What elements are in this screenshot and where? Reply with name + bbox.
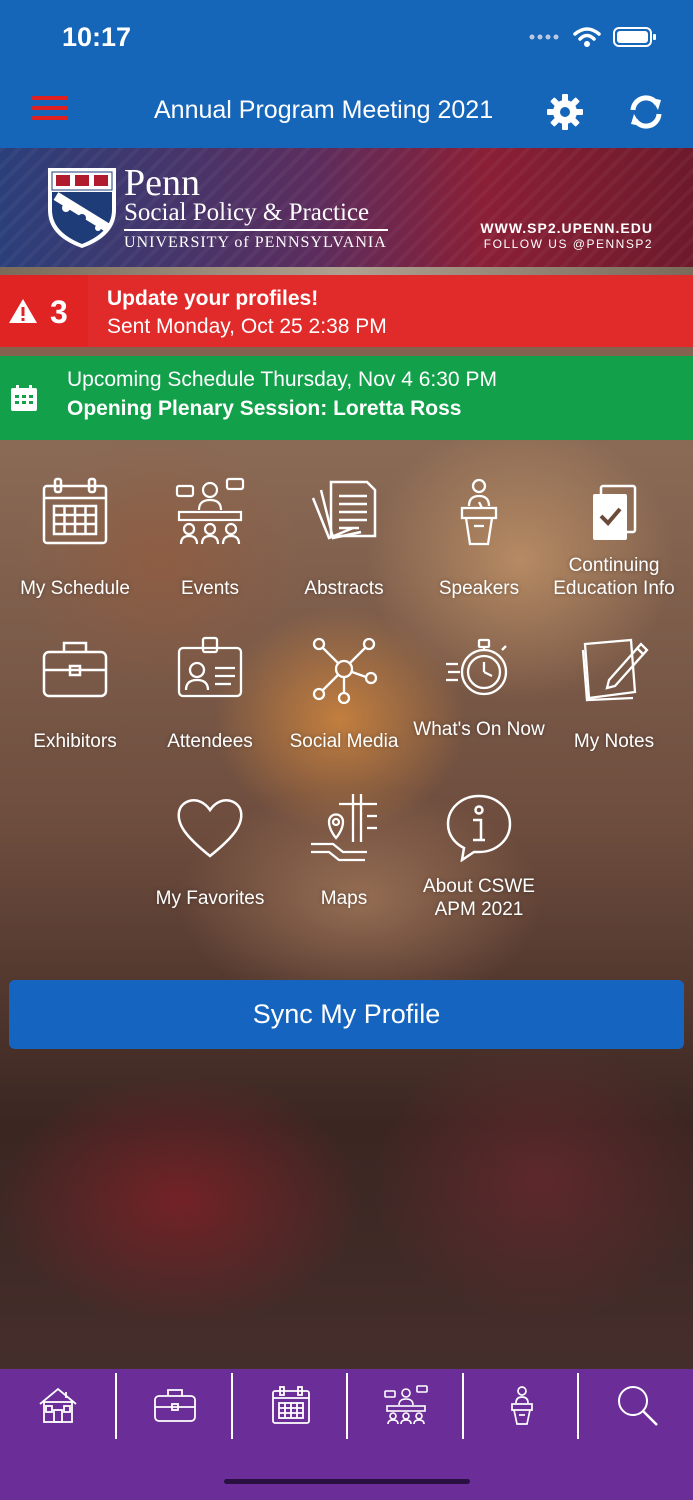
tile-my-favorites[interactable]: My Favorites <box>143 792 277 910</box>
tile-label: Continuing Education Info <box>553 555 675 599</box>
calendar-icon <box>11 385 37 411</box>
alert-title: Update your profiles! <box>107 287 319 310</box>
network-icon <box>312 637 378 704</box>
tile-speakers[interactable]: Speakers <box>412 476 546 600</box>
upcoming-session: Opening Plenary Session: Loretta Ross <box>67 397 462 420</box>
tile-label: Exhibitors <box>33 731 117 752</box>
briefcase-icon <box>42 641 108 698</box>
page-title: Annual Program Meeting 2021 <box>154 96 494 124</box>
banner-url: WWW.SP2.UPENN.EDU <box>480 220 653 236</box>
status-bar: 10:17 <box>0 0 693 76</box>
menu-icon <box>32 96 68 100</box>
tile-label: My Schedule <box>20 578 130 599</box>
alert-banner[interactable]: 3 Update your profiles! Sent Monday, Oct… <box>0 275 693 347</box>
alert-body: Update your profiles! Sent Monday, Oct 2… <box>88 275 693 347</box>
tab-events[interactable] <box>348 1369 463 1441</box>
warning-icon <box>9 299 37 323</box>
calendar-icon <box>271 1386 310 1424</box>
info-bubble-icon <box>446 794 512 862</box>
alert-count: 3 <box>50 294 68 330</box>
settings-button[interactable] <box>545 92 585 132</box>
tile-abstracts[interactable]: Abstracts <box>277 476 411 600</box>
meeting-icon <box>175 477 245 545</box>
app-header: Annual Program Meeting 2021 <box>0 76 693 148</box>
alert-sent-time: Sent Monday, Oct 25 2:38 PM <box>107 315 387 338</box>
tile-maps[interactable]: Maps <box>277 792 411 910</box>
signal-icon <box>529 34 559 40</box>
notepad-pencil-icon <box>581 638 649 702</box>
tile-social-media[interactable]: Social Media <box>277 634 411 753</box>
tile-continuing-education[interactable]: Continuing Education Info <box>547 484 681 600</box>
tab-home[interactable] <box>0 1369 115 1441</box>
tile-label: Social Media <box>289 731 399 752</box>
home-indicator <box>224 1479 470 1484</box>
tab-search[interactable] <box>579 1369 693 1441</box>
banner-penn: Penn <box>124 162 200 204</box>
tile-label: What's On Now <box>413 719 545 740</box>
banner-school: Social Policy & Practice <box>124 199 370 226</box>
alert-count-area: 3 <box>0 275 88 347</box>
meeting-icon <box>383 1385 428 1425</box>
banner-follow: FOLLOW US @PENNSP2 <box>483 237 653 251</box>
tile-attendees[interactable]: Attendees <box>143 634 277 753</box>
banner-divider <box>124 229 388 231</box>
documents-icon <box>311 480 377 540</box>
id-badge-icon <box>177 636 243 698</box>
status-icons <box>529 26 657 48</box>
upcoming-schedule-banner[interactable]: Upcoming Schedule Thursday, Nov 4 6:30 P… <box>0 356 693 440</box>
refresh-icon <box>630 95 662 129</box>
tile-label: Attendees <box>167 731 253 752</box>
refresh-button[interactable] <box>627 92 665 132</box>
tile-label: About CSWE APM 2021 <box>423 876 535 920</box>
map-pin-icon <box>311 794 377 862</box>
tab-schedule[interactable] <box>233 1369 348 1441</box>
tile-label: Maps <box>320 888 368 909</box>
tile-label: Speakers <box>438 578 520 599</box>
upcoming-date: Upcoming Schedule Thursday, Nov 4 6:30 P… <box>67 368 497 391</box>
podium-speaker-icon <box>460 478 498 546</box>
tab-speakers[interactable] <box>464 1369 579 1441</box>
tile-whats-on-now[interactable]: What's On Now <box>412 634 546 741</box>
tile-about[interactable]: About CSWE APM 2021 <box>412 792 546 921</box>
tile-events[interactable]: Events <box>143 476 277 600</box>
status-time: 10:17 <box>62 22 132 52</box>
search-icon <box>617 1386 658 1426</box>
menu-button[interactable] <box>32 96 68 128</box>
banner-divider-strip <box>0 267 693 275</box>
tile-label: Events <box>180 578 240 599</box>
calendar-icon <box>42 477 108 545</box>
sponsor-banner[interactable]: Penn Social Policy & Practice UNIVERSITY… <box>0 148 693 270</box>
sync-profile-button[interactable]: Sync My Profile <box>9 980 684 1049</box>
home-icon <box>38 1387 77 1423</box>
stopwatch-icon <box>446 638 508 696</box>
gear-icon <box>547 94 583 130</box>
checked-document-icon <box>593 484 637 540</box>
tile-my-notes[interactable]: My Notes <box>547 634 681 753</box>
tile-label: Abstracts <box>304 578 384 599</box>
tile-exhibitors[interactable]: Exhibitors <box>8 634 142 753</box>
battery-icon <box>613 27 656 47</box>
tile-label: My Favorites <box>155 888 265 909</box>
briefcase-icon <box>153 1389 196 1422</box>
tile-my-schedule[interactable]: My Schedule <box>8 476 142 600</box>
tile-label: My Notes <box>573 731 655 752</box>
wifi-icon <box>573 27 601 47</box>
penn-shield-logo <box>48 168 116 248</box>
tab-exhibitors[interactable] <box>117 1369 232 1441</box>
banner-university: UNIVERSITY of PENNSYLVANIA <box>124 234 387 251</box>
podium-speaker-icon <box>510 1386 533 1425</box>
heart-icon <box>177 799 243 858</box>
